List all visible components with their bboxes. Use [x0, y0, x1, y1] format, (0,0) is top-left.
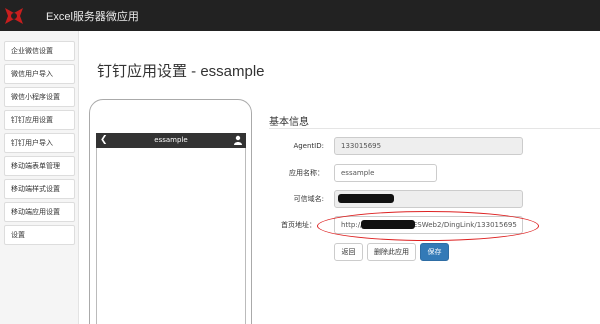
page-title: 钉钉应用设置 - essample: [97, 63, 265, 80]
app-title: Excel服务器微应用: [46, 11, 139, 23]
redaction-mark: [338, 194, 394, 203]
save-button[interactable]: 保存: [420, 243, 449, 261]
sidebar-item-settings[interactable]: 设置: [4, 225, 75, 245]
phone-preview-screen: [96, 133, 246, 324]
annotation-ellipse: [317, 211, 539, 241]
sidebar-item-wechat-user-import[interactable]: 微信用户导入: [4, 64, 75, 84]
top-bar: Excel服务器微应用: [0, 0, 600, 31]
phone-preview-header: ❮ essample: [96, 133, 246, 148]
agent-id-field[interactable]: 133015695: [334, 137, 523, 155]
sidebar-item-dingtalk-app-settings[interactable]: 钉钉应用设置: [4, 110, 75, 130]
sidebar-item-dingtalk-user-import[interactable]: 钉钉用户导入: [4, 133, 75, 153]
agent-id-label: AgentID:: [293, 142, 324, 150]
sidebar-item-miniprogram-settings[interactable]: 微信小程序设置: [4, 87, 75, 107]
sidebar-item-mobile-app-settings[interactable]: 移动端应用设置: [4, 202, 75, 222]
sidebar-item-wecom-settings[interactable]: 企业微信设置: [4, 41, 75, 61]
trusted-domain-label: 可信域名:: [293, 195, 324, 203]
phone-preview-title: essample: [154, 136, 188, 144]
sidebar: 企业微信设置 微信用户导入 微信小程序设置 钉钉应用设置 钉钉用户导入 移动端表…: [0, 31, 79, 324]
sidebar-item-mobile-form-management[interactable]: 移动端表单管理: [4, 156, 75, 176]
app-name-label: 应用名称：: [289, 169, 324, 177]
user-icon: [234, 135, 242, 145]
app-name-field[interactable]: essample: [334, 164, 437, 182]
excel-server-logo: [5, 8, 23, 24]
section-title-basic-info: 基本信息: [269, 117, 309, 128]
delete-app-button[interactable]: 删除此应用: [367, 243, 416, 261]
section-divider: [269, 128, 600, 129]
sidebar-item-mobile-style-settings[interactable]: 移动端样式设置: [4, 179, 75, 199]
back-button[interactable]: 返回: [334, 243, 363, 261]
homepage-url-label: 首页地址：: [281, 221, 316, 229]
